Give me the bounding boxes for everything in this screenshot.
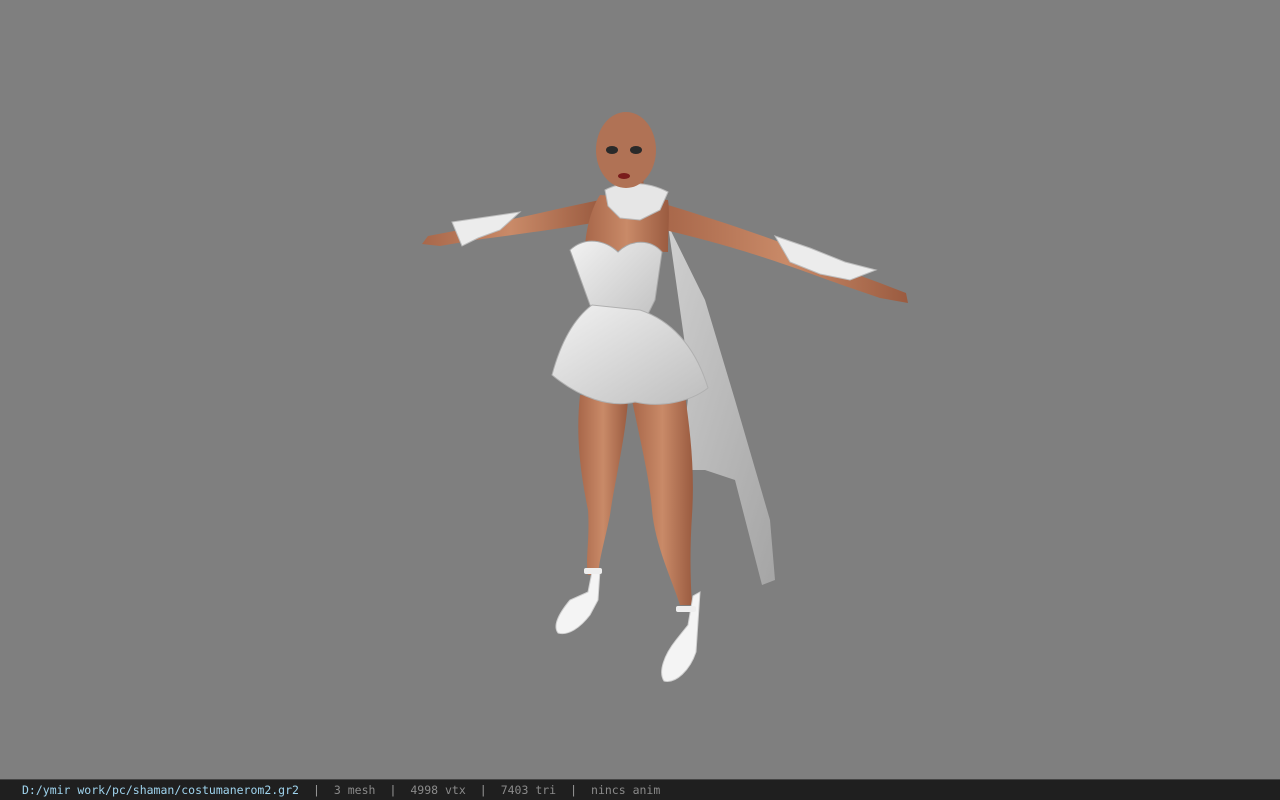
left-leg [578,395,628,575]
file-path: D:/ymir work/pc/shaman/costumanerom2.gr2 [22,783,299,797]
vertex-count: 4998 vtx [410,783,466,797]
3d-viewport[interactable] [0,0,1280,779]
mesh-count: 3 mesh [333,783,376,797]
status-separator: | [389,783,397,797]
animation-status: nincs anim [591,783,661,797]
right-gauntlet [773,235,878,281]
status-separator: | [479,783,487,797]
character-model[interactable] [0,0,1280,779]
status-separator: | [570,783,578,797]
status-separator: | [312,783,320,797]
right-leg [632,395,693,605]
left-arm [422,200,600,246]
right-shoe [661,591,701,682]
status-bar: D:/ymir work/pc/shaman/costumanerom2.gr2… [0,779,1280,800]
triangle-count: 7403 tri [500,783,557,797]
left-shoe [555,569,601,635]
